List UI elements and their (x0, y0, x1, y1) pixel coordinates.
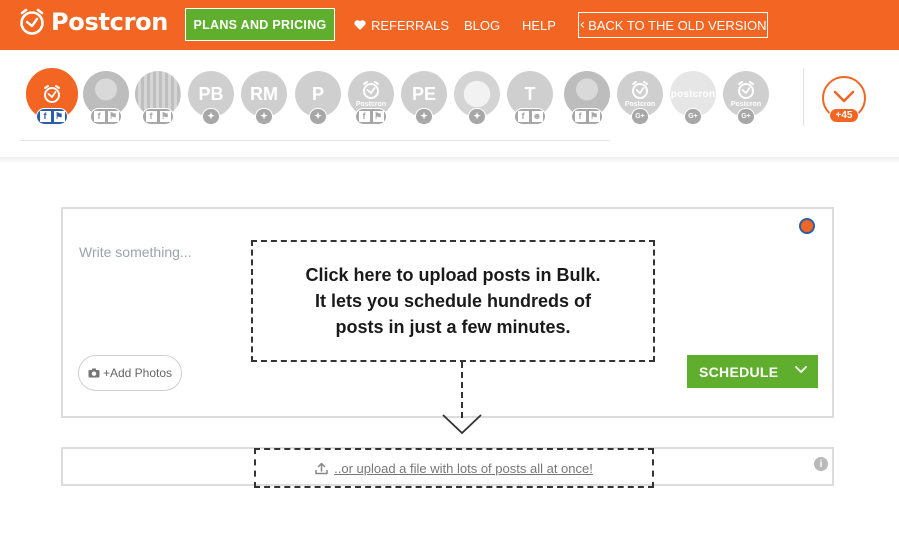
back-to-old-version-button[interactable]: ‹ BACK TO THE OLD VERSION (578, 12, 768, 38)
accounts-strip-shadow (0, 157, 899, 163)
chevron-left-icon: ‹ (579, 17, 586, 33)
postcron-clock-icon (20, 8, 44, 35)
info-icon[interactable]: i (814, 457, 828, 471)
bulk-upload-callout: Click here to upload posts in Bulk. It l… (251, 240, 655, 362)
twitter-badge: ✦ (415, 108, 433, 125)
chevron-down-icon (833, 90, 855, 103)
heart-icon (354, 20, 366, 30)
top-navbar: Postcron PLANS AND PRICING REFERRALS BLO… (0, 0, 899, 50)
facebook-page-badge: f ⚑ (571, 108, 603, 125)
facebook-page-badge: f ⚑ (355, 108, 387, 125)
facebook-icon: f (517, 111, 529, 122)
account-initials: T (524, 83, 536, 104)
twitter-icon: ✦ (260, 111, 268, 121)
facebook-icon: f (93, 111, 105, 122)
account-label: Postcron (624, 101, 656, 108)
twitter-badge: ✦ (309, 108, 327, 125)
callout-line-3: posts in just a few minutes. (335, 317, 571, 337)
chevron-down-icon[interactable] (794, 365, 808, 375)
postcron-logo[interactable]: Postcron (18, 8, 168, 36)
twitter-icon: ✦ (473, 111, 481, 121)
facebook-icon: f (574, 111, 586, 122)
nav-referrals-label: REFERRALS (371, 17, 450, 33)
facebook-page-badge: f ⚑ (142, 108, 174, 125)
facebook-page-badge: f ⚑ (36, 108, 68, 125)
callout-connector (461, 362, 463, 418)
twitter-icon: ✦ (420, 111, 428, 121)
twitter-badge: ✦ (255, 108, 273, 125)
facebook-group-badge: f ☻ (514, 108, 546, 125)
camera-icon (88, 368, 100, 378)
account-initials: RM (250, 83, 278, 104)
account-label: Postcron (355, 101, 387, 108)
account-initials: P (311, 83, 324, 104)
postcron-clock-icon: Postcron (625, 80, 655, 108)
google-plus-icon: G+ (741, 113, 751, 120)
account-label: Postcron (730, 101, 762, 108)
schedule-label: SCHEDULE (699, 363, 779, 380)
add-photos-label: +Add Photos (102, 366, 173, 380)
callout-text: Click here to upload posts in Bulk. It l… (288, 262, 618, 340)
group-icon: ☻ (531, 111, 543, 122)
plans-and-pricing-button[interactable]: PLANS AND PRICING (185, 8, 335, 41)
accounts-divider (20, 140, 610, 141)
flag-icon: ⚑ (159, 111, 171, 122)
google-plus-badge: G+ (631, 108, 649, 125)
arrow-down-icon (442, 414, 482, 435)
flag-icon: ⚑ (53, 111, 65, 122)
account-initials: PE (411, 83, 436, 104)
twitter-badge: ✦ (468, 108, 486, 125)
composer-placeholder[interactable]: Write something... (79, 244, 192, 260)
account-initials: postcron (670, 88, 716, 100)
account-initials: PB (198, 83, 224, 104)
more-accounts-count: +45 (829, 108, 859, 123)
bulk-upload-highlight[interactable]: ..or upload a file with lots of posts al… (254, 448, 654, 488)
postcron-clock-icon: Postcron (356, 80, 386, 108)
twitter-icon: ✦ (314, 111, 322, 121)
nav-help[interactable]: HELP (522, 0, 556, 50)
bulk-upload-label: ..or upload a file with lots of posts al… (334, 460, 593, 476)
selected-account-avatar (799, 218, 815, 234)
google-plus-icon: G+ (688, 113, 698, 120)
accounts-separator (803, 68, 804, 126)
postcron-clock-icon: Postcron (731, 80, 761, 108)
google-plus-badge: G+ (684, 108, 702, 125)
add-photos-button[interactable]: +Add Photos (78, 355, 182, 391)
facebook-icon: f (39, 111, 51, 122)
facebook-page-badge: f ⚑ (90, 108, 122, 125)
twitter-badge: ✦ (202, 108, 220, 125)
twitter-icon: ✦ (207, 111, 215, 121)
callout-line-1: Click here to upload posts in Bulk. (305, 265, 601, 285)
facebook-icon: f (145, 111, 157, 122)
flag-icon: ⚑ (588, 111, 600, 122)
callout-line-2: It lets you schedule hundreds of (314, 291, 592, 311)
logo-text: Postcron (51, 8, 169, 36)
nav-blog[interactable]: BLOG (464, 0, 500, 50)
flag-icon: ⚑ (372, 111, 384, 122)
google-plus-badge: G+ (737, 108, 755, 125)
schedule-button[interactable]: SCHEDULE (687, 355, 818, 388)
upload-icon (315, 462, 328, 474)
flag-icon: ⚑ (107, 111, 119, 122)
google-plus-icon: G+ (635, 113, 645, 120)
postcron-clock-icon (42, 84, 62, 104)
facebook-icon: f (358, 111, 370, 122)
bulk-upload-link[interactable]: ..or upload a file with lots of posts al… (315, 461, 593, 476)
back-to-old-version-label: BACK TO THE OLD VERSION (588, 17, 767, 33)
nav-referrals[interactable]: REFERRALS (354, 0, 449, 50)
